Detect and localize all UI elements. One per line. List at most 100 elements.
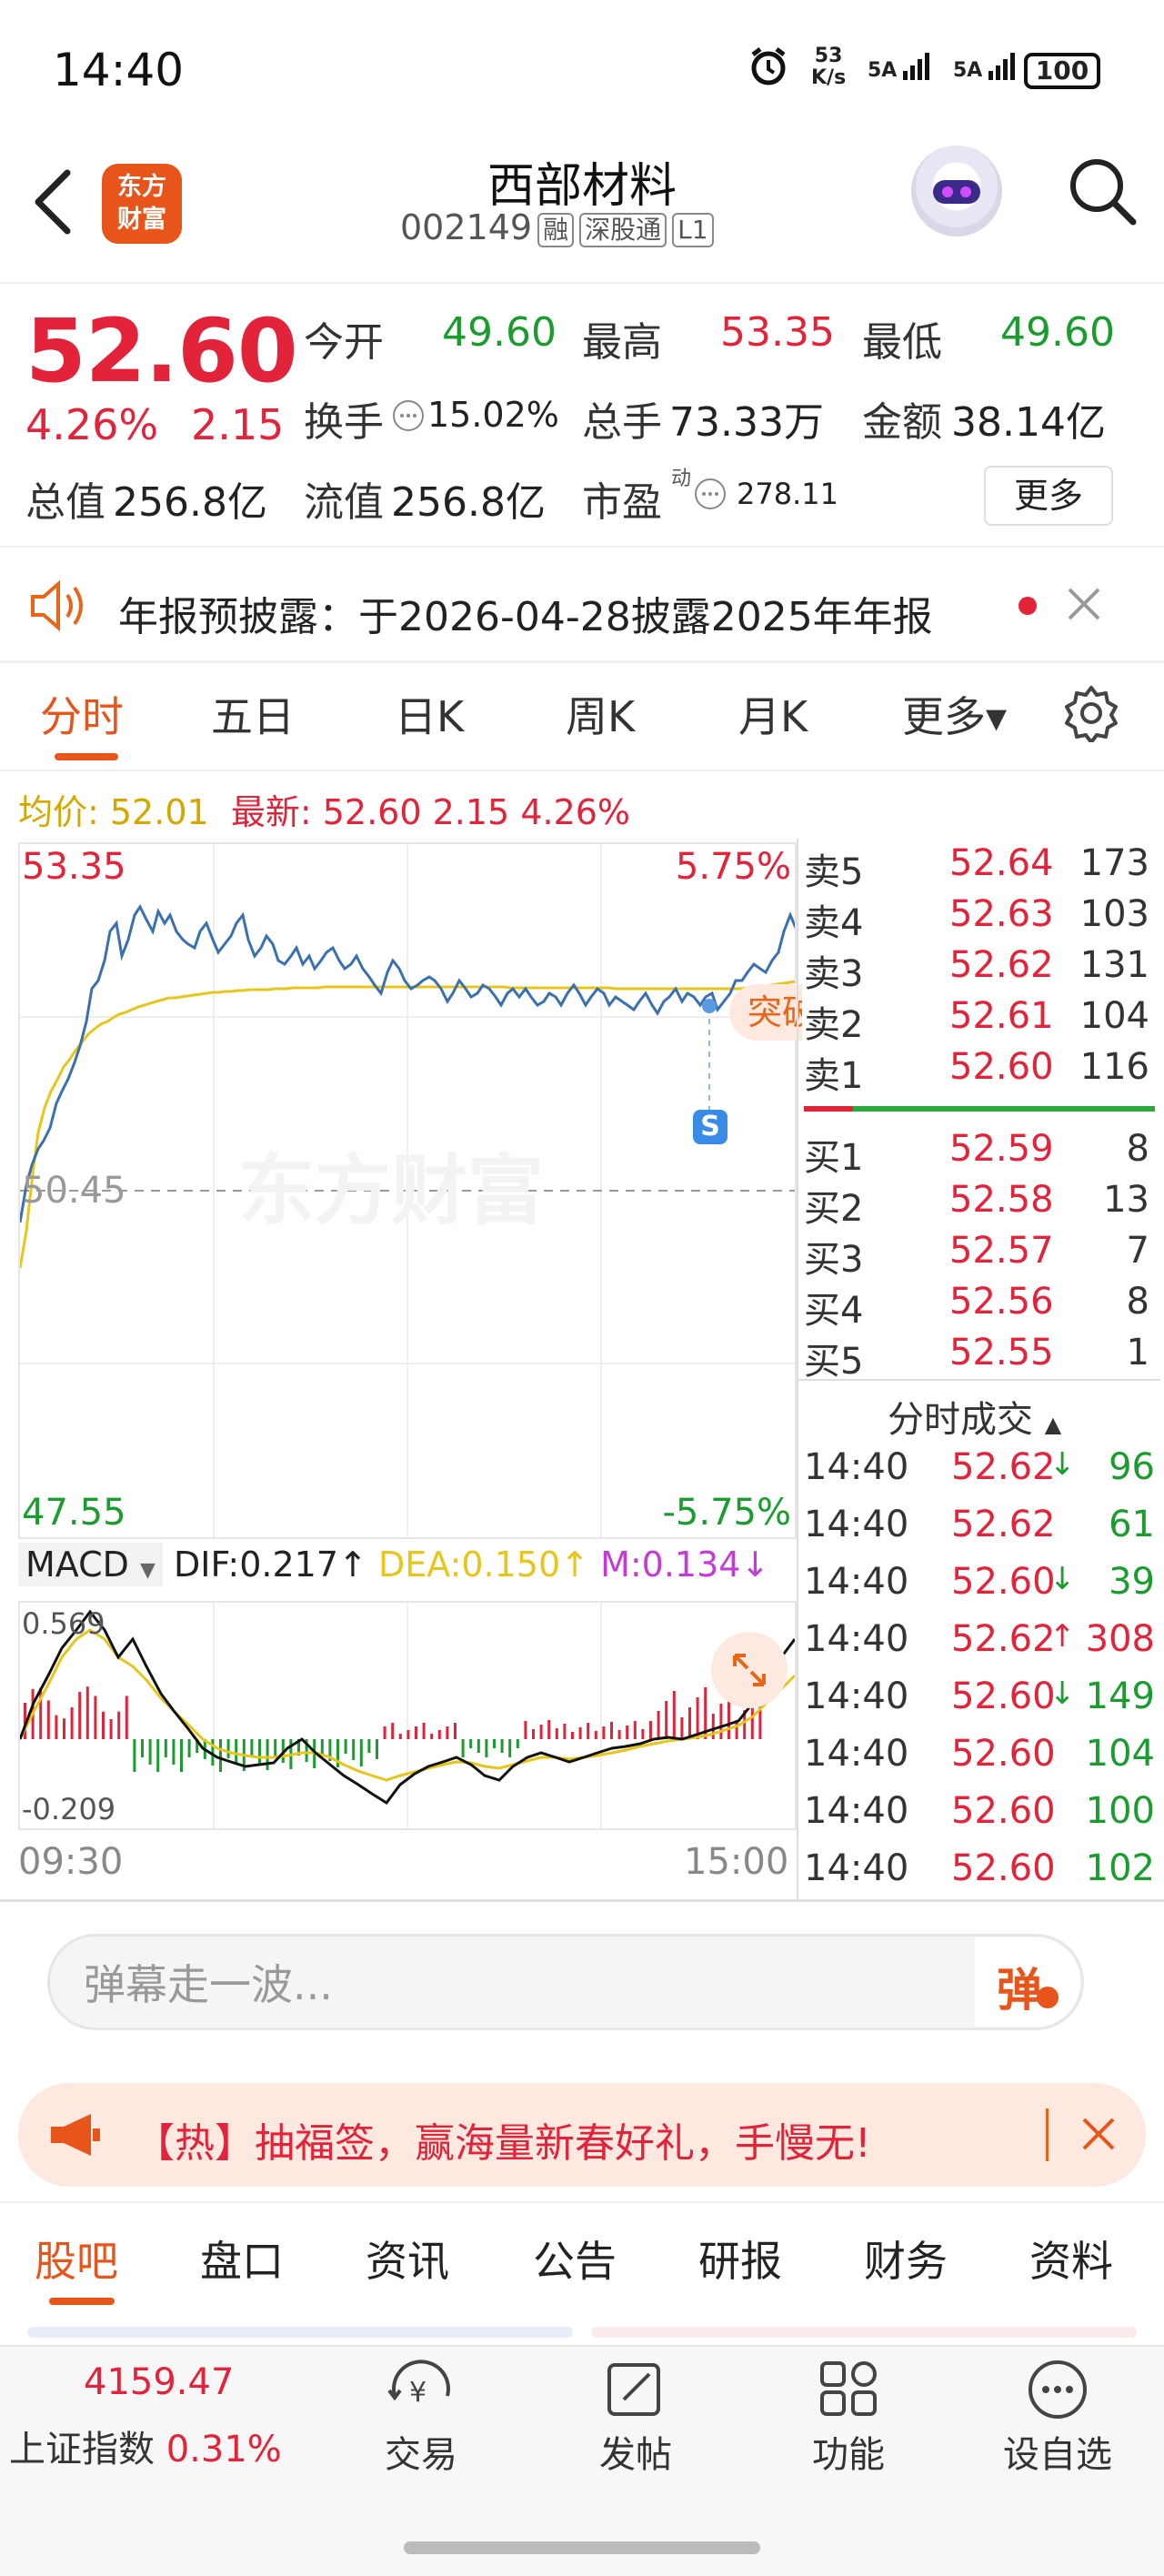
trade-volume: 149 xyxy=(1085,1675,1155,1717)
unread-dot xyxy=(1018,597,1037,615)
intraday-chart[interactable]: 东方财富 53.35 5.75% 50.45 47.55 -5.75% S 突破 xyxy=(18,842,802,1539)
tab-guba[interactable]: 股吧 xyxy=(35,2229,118,2289)
macd-bar xyxy=(125,1696,128,1739)
more-button[interactable]: 更多 xyxy=(984,466,1113,526)
promo-text: 【热】抽福签，赢海量新春好礼，手慢无! xyxy=(135,2120,871,2167)
trade-time: 14:40 xyxy=(804,1561,909,1603)
ask-label: 卖1 xyxy=(804,1055,864,1097)
macd-bar xyxy=(117,1711,121,1739)
svg-text:¥: ¥ xyxy=(409,2377,426,2409)
macd-bar xyxy=(437,1730,441,1739)
alarm-icon xyxy=(748,45,789,87)
macd-bar xyxy=(430,1734,434,1739)
stock-code-row: 002149 融深股通 L1 xyxy=(400,207,837,253)
bid-volume: 1 xyxy=(1126,1332,1149,1374)
post-icon[interactable] xyxy=(604,2360,667,2420)
trade-icon[interactable]: ¥ xyxy=(382,2360,460,2420)
nav-trade[interactable]: 交易 xyxy=(353,2425,489,2478)
bid-row[interactable]: 买4 52.56 8 xyxy=(804,1281,1159,1332)
functions-icon[interactable] xyxy=(817,2360,880,2420)
info-icon[interactable] xyxy=(695,478,726,509)
bid-label: 买1 xyxy=(804,1137,864,1179)
bid-price: 52.58 xyxy=(949,1179,1054,1221)
status-clock: 14:40 xyxy=(53,44,185,96)
danmu-button[interactable]: 弹 xyxy=(975,1937,1080,2027)
y-axis-top: 53.35 xyxy=(22,846,126,888)
tab-more[interactable]: 更多▾ xyxy=(902,684,1007,744)
tab-pankou[interactable]: 盘口 xyxy=(200,2229,284,2289)
macd-bar xyxy=(187,1739,191,1757)
close-icon[interactable] xyxy=(1079,2114,1119,2154)
macd-bar xyxy=(516,1739,519,1748)
ask-row[interactable]: 卖5 52.64 173 xyxy=(804,842,1159,893)
bid-price: 52.56 xyxy=(949,1281,1054,1323)
amount-value: 38.14亿 xyxy=(951,399,1106,446)
tab-weekly-k[interactable]: 周K xyxy=(566,684,635,744)
trades-title[interactable]: 分时成交 ▲ xyxy=(888,1390,1061,1443)
app-logo[interactable]: 东方 财富 xyxy=(102,164,182,244)
home-indicator[interactable] xyxy=(404,2541,760,2554)
trade-row: 14:40 52.60 102 xyxy=(804,1847,1159,1904)
trade-price: 52.62 xyxy=(951,1618,1056,1660)
tab-financials[interactable]: 财务 xyxy=(864,2229,948,2289)
tab-5day[interactable]: 五日 xyxy=(211,684,295,744)
trade-price: 52.62 xyxy=(951,1446,1056,1488)
tab-daily-k[interactable]: 日K xyxy=(395,684,464,744)
trade-price: 52.60 xyxy=(951,1847,1056,1889)
nav-add-watchlist[interactable]: 设自选 xyxy=(989,2425,1126,2478)
ask-row[interactable]: 卖4 52.63 103 xyxy=(804,893,1159,944)
macd-bar xyxy=(133,1739,136,1772)
breakout-tooltip[interactable]: 突破 xyxy=(729,984,802,1041)
settings-icon[interactable] xyxy=(1062,684,1120,744)
macd-bar xyxy=(226,1739,230,1758)
close-icon[interactable] xyxy=(1062,582,1106,626)
trade-time: 14:40 xyxy=(804,1847,909,1889)
ask-row[interactable]: 卖1 52.60 116 xyxy=(804,1046,1159,1097)
s-marker[interactable]: S xyxy=(693,1110,728,1144)
tag-margin: 融 xyxy=(537,212,575,247)
nav-functions[interactable]: 功能 xyxy=(780,2425,917,2478)
ask-label: 卖5 xyxy=(804,851,864,893)
index-value[interactable]: 4159.47 xyxy=(84,2361,234,2403)
info-icon[interactable] xyxy=(393,400,424,431)
pct-axis-bottom: -5.75% xyxy=(662,1492,791,1534)
bid-row[interactable]: 买3 52.57 7 xyxy=(804,1230,1159,1281)
tab-profile[interactable]: 资料 xyxy=(1029,2229,1113,2289)
bid-row[interactable]: 买1 52.59 8 xyxy=(804,1128,1159,1179)
trade-time: 14:40 xyxy=(804,1790,909,1832)
ai-assistant-icon[interactable] xyxy=(911,146,1002,236)
bid-row[interactable]: 买5 52.55 1 xyxy=(804,1332,1159,1383)
add-watchlist-icon[interactable] xyxy=(1026,2358,1089,2421)
index-name[interactable]: 上证指数 0.31% xyxy=(9,2420,282,2472)
ask-volume: 131 xyxy=(1079,944,1149,986)
ask-row[interactable]: 卖3 52.62 131 xyxy=(804,944,1159,995)
tab-research[interactable]: 研报 xyxy=(698,2229,782,2289)
macd-bar xyxy=(258,1739,261,1764)
trade-volume: 61 xyxy=(1109,1504,1155,1545)
macd-bar xyxy=(156,1739,160,1772)
trade-direction-icon: ↑ xyxy=(1049,1618,1076,1655)
trade-volume: 39 xyxy=(1109,1561,1155,1603)
macd-chart[interactable]: 0.569 -0.209 xyxy=(18,1601,797,1830)
ask-row[interactable]: 卖2 52.61 104 xyxy=(804,995,1159,1046)
macd-header: MACD ▼ DIF:0.217↑ DEA:0.150↑ M:0.134↓ xyxy=(18,1543,797,1599)
trade-row: 14:40 52.62 61 xyxy=(804,1504,1159,1560)
macd-selector[interactable]: MACD ▼ xyxy=(18,1543,163,1586)
tab-news[interactable]: 资讯 xyxy=(366,2229,449,2289)
y-axis-mid: 50.45 xyxy=(22,1170,126,1212)
macd-dea: DEA:0.150 xyxy=(377,1545,561,1585)
search-icon[interactable] xyxy=(1066,155,1139,227)
avg-price-label: 均价: 52.01 xyxy=(18,792,209,832)
tab-announcements[interactable]: 公告 xyxy=(533,2229,617,2289)
bid-volume: 7 xyxy=(1126,1230,1149,1272)
bid-row[interactable]: 买2 52.58 13 xyxy=(804,1179,1159,1230)
macd-bar xyxy=(235,1739,238,1765)
tab-intraday[interactable]: 分时 xyxy=(40,684,124,744)
latest-pct: 4.26% xyxy=(520,792,631,832)
tab-monthly-k[interactable]: 月K xyxy=(738,684,808,744)
macd-bar xyxy=(250,1739,254,1757)
expand-icon[interactable] xyxy=(711,1632,788,1708)
back-button[interactable] xyxy=(27,166,82,238)
tab-indicator xyxy=(49,2298,115,2305)
nav-post[interactable]: 发帖 xyxy=(567,2425,704,2478)
